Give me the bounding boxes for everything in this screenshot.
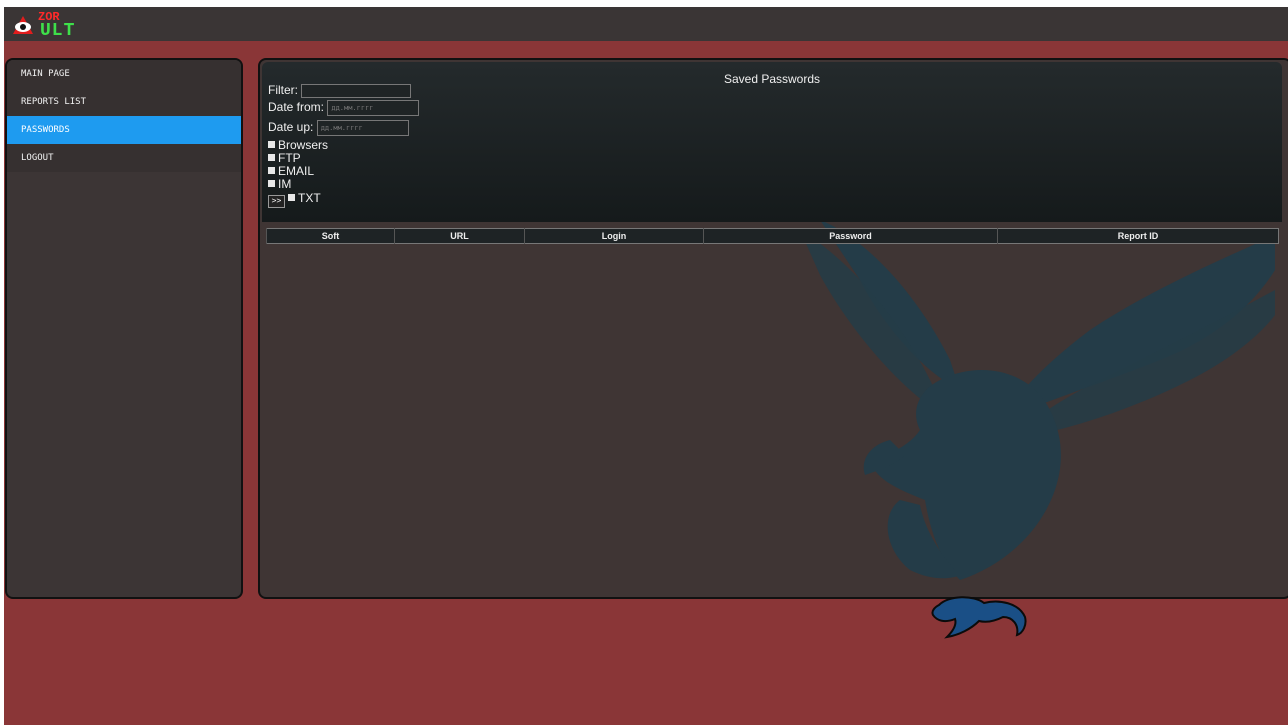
date-up-label: Date up: [268, 120, 314, 135]
date-from-label: Date from: [268, 100, 325, 115]
table-header-row: Soft URL Login Password Report ID [266, 228, 1279, 244]
checkbox-im[interactable]: IM [268, 177, 291, 191]
date-from-row: Date from: [268, 100, 420, 116]
filter-label: Filter: [268, 83, 298, 97]
sidebar: MAIN PAGE REPORTS LIST PASSWORDS LOGOUT [5, 58, 243, 599]
date-up-row: Date up: [268, 120, 409, 136]
sidebar-item-reports-list[interactable]: REPORTS LIST [7, 88, 241, 116]
main-content: Saved Passwords Filter: Date from: Date … [258, 58, 1288, 599]
checkbox-box[interactable] [268, 154, 275, 161]
checkbox-box[interactable] [268, 141, 275, 148]
sidebar-item-passwords[interactable]: PASSWORDS [7, 116, 241, 144]
passwords-table: Soft URL Login Password Report ID [266, 228, 1279, 244]
sidebar-item-logout[interactable]: LOGOUT [7, 144, 241, 172]
checkbox-label: TXT [298, 191, 321, 205]
column-header-login[interactable]: Login [524, 228, 704, 244]
app-frame: ZOR ULT MAIN PAGE REPORTS LIST PASSWORDS… [4, 7, 1288, 725]
filter-row: Filter: [268, 83, 412, 98]
eye-icon [13, 16, 33, 34]
checkbox-label: FTP [278, 151, 301, 165]
checkbox-ftp[interactable]: FTP [268, 151, 301, 165]
checkbox-txt-row: >> TXT [268, 191, 321, 208]
checkbox-browsers[interactable]: Browsers [268, 138, 328, 152]
brand-logo[interactable]: ZOR ULT [10, 10, 82, 40]
filter-panel: Saved Passwords Filter: Date from: Date … [262, 62, 1282, 222]
eagle-talons-icon [931, 596, 1027, 639]
column-header-report-id[interactable]: Report ID [997, 228, 1279, 244]
brand-text-bottom: ULT [40, 21, 76, 41]
filter-input[interactable] [301, 83, 412, 98]
checkbox-box[interactable] [268, 180, 275, 187]
checkbox-email[interactable]: EMAIL [268, 164, 314, 178]
checkbox-label: Browsers [278, 138, 329, 152]
column-header-password[interactable]: Password [703, 228, 998, 244]
checkbox-label: IM [278, 177, 292, 191]
date-up-input[interactable] [316, 120, 409, 136]
sidebar-item-main-page[interactable]: MAIN PAGE [7, 60, 241, 88]
column-header-soft[interactable]: Soft [266, 228, 395, 244]
date-from-input[interactable] [327, 100, 420, 116]
checkbox-box[interactable] [268, 167, 275, 174]
apply-filter-button[interactable]: >> [268, 195, 285, 208]
column-header-url[interactable]: URL [394, 228, 525, 244]
checkbox-box[interactable] [288, 194, 295, 201]
page-title: Saved Passwords [723, 72, 821, 86]
top-bar: ZOR ULT [4, 7, 1288, 41]
checkbox-label: EMAIL [278, 164, 315, 178]
